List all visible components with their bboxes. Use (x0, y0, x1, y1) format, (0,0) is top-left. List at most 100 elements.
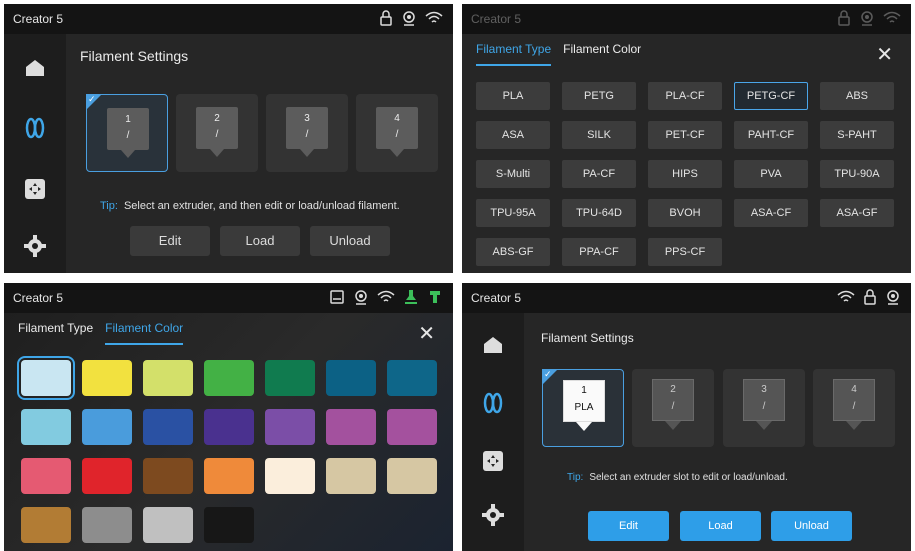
color-swatch[interactable] (21, 507, 71, 543)
dialog-body: Filament Type Filament Color ✕ PLA PETG PL… (462, 34, 911, 273)
filament-type-button[interactable]: PETG (562, 82, 636, 110)
wifi-icon (377, 290, 395, 302)
tab-filament-color[interactable]: Filament Color (105, 321, 184, 345)
wifi-icon (837, 290, 855, 302)
color-swatch[interactable] (387, 360, 437, 396)
filament-type-button[interactable]: S-PAHT (820, 121, 894, 149)
sidebar (462, 313, 524, 551)
filament-type-button[interactable]: PET-CF (648, 121, 722, 149)
filament-type-button[interactable]: PPS-CF (648, 238, 722, 266)
extruder-slot-1[interactable]: ✓ 1/ (86, 94, 168, 172)
color-swatch[interactable] (143, 458, 193, 494)
tab-filament-color[interactable]: Filament Color (563, 42, 641, 66)
color-swatch[interactable] (326, 458, 376, 494)
color-swatch[interactable] (82, 360, 132, 396)
lock-icon (864, 289, 876, 305)
color-swatch[interactable] (82, 507, 132, 543)
filament-type-button[interactable]: TPU-64D (562, 199, 636, 227)
color-swatch[interactable] (265, 409, 315, 445)
status-bar: Creator 5 (4, 283, 453, 313)
filament-type-button[interactable]: ASA-GF (820, 199, 894, 227)
filament-type-button[interactable]: PA-CF (562, 160, 636, 188)
edit-button[interactable]: Edit (130, 226, 210, 256)
filament-type-button[interactable]: PLA (476, 82, 550, 110)
extruder-slot-2[interactable]: 2/ (176, 94, 258, 172)
color-swatch[interactable] (326, 409, 376, 445)
lock-icon (380, 10, 392, 26)
tab-filament-type[interactable]: Filament Type (476, 42, 552, 66)
dialog-body: Filament Type Filament Color ✕ (4, 313, 453, 551)
check-icon: ✓ (88, 94, 96, 104)
status-bar: Creator 5 (4, 4, 453, 34)
filament-icon[interactable] (481, 391, 505, 415)
extruder-slot-2[interactable]: 2/ (632, 369, 714, 447)
extruder-slot-1[interactable]: ✓ 1 PLA (542, 369, 624, 447)
color-swatch[interactable] (204, 360, 254, 396)
close-icon[interactable]: ✕ (876, 42, 893, 67)
extruder-slot-3[interactable]: 3/ (723, 369, 805, 447)
filament-type-button[interactable]: ASA (476, 121, 550, 149)
color-swatch[interactable] (82, 409, 132, 445)
color-swatch[interactable] (82, 458, 132, 494)
camera-icon (887, 290, 899, 305)
printer-icon (330, 290, 344, 304)
filament-type-button[interactable]: ABS (820, 82, 894, 110)
tip-text: Tip: Select an extruder, and then edit or… (100, 200, 400, 212)
app-title: Creator 5 (13, 12, 64, 26)
filament-type-button[interactable]: SILK (562, 121, 636, 149)
section-title: Filament Settings (541, 331, 634, 345)
filament-type-button[interactable]: PAHT-CF (734, 121, 808, 149)
color-swatch[interactable] (265, 360, 315, 396)
unload-button[interactable]: Unload (771, 511, 852, 541)
color-swatch[interactable] (21, 458, 71, 494)
app-title: Creator 5 (471, 12, 522, 26)
filament-type-button[interactable]: ABS-GF (476, 238, 550, 266)
color-swatch[interactable] (17, 356, 75, 400)
main-content: Filament Settings ✓ 1 PLA 2/ 3/ 4/ Tip: Se… (524, 313, 911, 551)
load-button[interactable]: Load (220, 226, 300, 256)
color-swatch[interactable] (387, 458, 437, 494)
color-swatch[interactable] (204, 409, 254, 445)
filament-type-button[interactable]: TPU-95A (476, 199, 550, 227)
move-icon[interactable] (23, 177, 47, 201)
filament-type-button[interactable]: PETG-CF (734, 82, 808, 110)
color-swatch[interactable] (143, 409, 193, 445)
filament-type-button[interactable]: PVA (734, 160, 808, 188)
extruder-slot-4[interactable]: 4/ (813, 369, 895, 447)
filament-type-button[interactable]: HIPS (648, 160, 722, 188)
filament-color-dialog: Creator 5 Filament Type Filament Color ✕ (4, 283, 453, 551)
load-button[interactable]: Load (680, 511, 761, 541)
filament-type-button[interactable]: TPU-90A (820, 160, 894, 188)
home-icon[interactable] (481, 333, 505, 357)
extruder-slot-4[interactable]: 4/ (356, 94, 438, 172)
edit-button[interactable]: Edit (588, 511, 669, 541)
move-icon[interactable] (481, 449, 505, 473)
filament-type-button[interactable]: PLA-CF (648, 82, 722, 110)
filament-type-button[interactable]: ASA-CF (734, 199, 808, 227)
close-icon[interactable]: ✕ (418, 321, 435, 346)
color-swatch[interactable] (265, 458, 315, 494)
filament-type-button[interactable]: S-Multi (476, 160, 550, 188)
filament-type-grid: PLA PETG PLA-CF PETG-CF ABS ASA SILK PET-CF PAHT… (476, 82, 894, 266)
color-swatch[interactable] (143, 360, 193, 396)
extruder-slot-3[interactable]: 3/ (266, 94, 348, 172)
wifi-icon (425, 11, 443, 23)
status-bar: Creator 5 (462, 283, 911, 313)
color-swatch[interactable] (387, 409, 437, 445)
filament-icon[interactable] (23, 116, 47, 140)
filament-type-button[interactable]: BVOH (648, 199, 722, 227)
camera-icon (861, 11, 873, 26)
filament-color-grid (17, 356, 437, 543)
gear-icon[interactable] (23, 234, 47, 258)
filament-settings-panel-2: Creator 5 Filament Settings ✓ 1 PLA 2/ 3/… (462, 283, 911, 551)
color-swatch[interactable] (143, 507, 193, 543)
tab-filament-type[interactable]: Filament Type (18, 321, 93, 345)
color-swatch[interactable] (326, 360, 376, 396)
color-swatch[interactable] (21, 409, 71, 445)
gear-icon[interactable] (481, 503, 505, 527)
color-swatch[interactable] (204, 458, 254, 494)
unload-button[interactable]: Unload (310, 226, 390, 256)
color-swatch[interactable] (204, 507, 254, 543)
home-icon[interactable] (23, 56, 47, 80)
filament-type-button[interactable]: PPA-CF (562, 238, 636, 266)
